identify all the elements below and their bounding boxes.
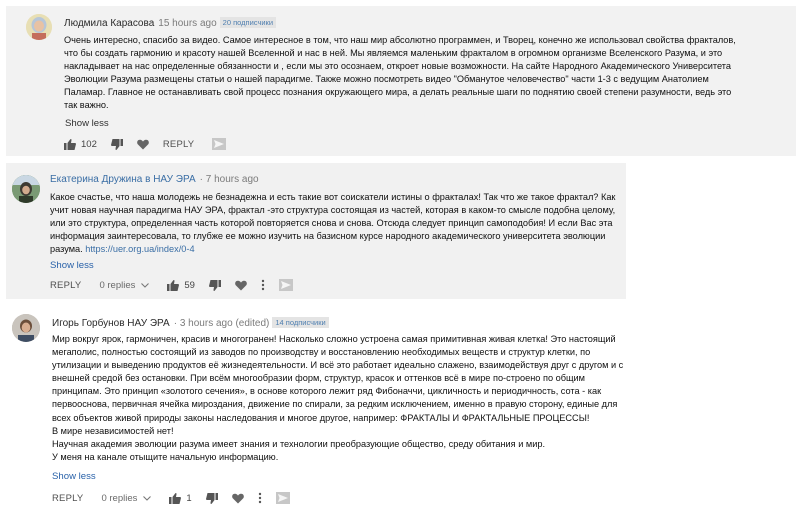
text-line: что бы создать гармонию и красоту нашей … — [64, 48, 723, 59]
send-button[interactable] — [278, 279, 293, 291]
thumbs-down-icon — [205, 492, 218, 504]
comment-card: Игорь Горбунов НАУ ЭРА · 3 hours ago (edi… — [6, 310, 646, 510]
replies-toggle[interactable]: 0 replies — [101, 492, 152, 504]
comment-text: Мир вокруг ярок, гармоничен, красив и мн… — [52, 333, 623, 464]
send-button[interactable] — [212, 138, 227, 150]
heart-button[interactable] — [231, 493, 244, 504]
text-line: разума. https://uer.org.ua/index/0-4 — [50, 243, 615, 256]
replies-toggle[interactable]: 0 replies — [99, 279, 150, 291]
text-line: или это структура, определенная часть ко… — [50, 218, 613, 229]
thumbs-down-icon — [208, 279, 221, 291]
reply-button[interactable]: REPLY — [52, 493, 83, 504]
more-vertical-icon — [261, 279, 265, 291]
text-line: мегаполис, полностью состоящий из заводо… — [52, 347, 591, 358]
dislike-button[interactable] — [110, 138, 123, 150]
timestamp[interactable]: 15 hours ago — [158, 18, 216, 29]
more-options-button[interactable] — [261, 279, 265, 291]
heart-icon — [231, 493, 244, 503]
comment-card: Людмила Карасова 15 hours ago 20 подписчик… — [6, 6, 796, 156]
author-name[interactable]: Екатерина Дружина в НАУ ЭРА — [50, 174, 196, 185]
text-line: Какое счастье, что наша молодежь не безн… — [50, 192, 616, 202]
like-button[interactable]: 102 — [64, 138, 97, 150]
text-line: учит новая научная парадигма НАУ ЭРА, фр… — [50, 205, 616, 216]
text-line: утилизации и выведению продуктов её жизн… — [52, 360, 624, 371]
text-line: внешней средой без остановки. При всём м… — [52, 373, 585, 384]
comment-header: Екатерина Дружина в НАУ ЭРА · 7 hours ago — [50, 174, 259, 186]
text-line: всех объектов живой природы законы насле… — [52, 412, 590, 423]
like-button[interactable]: 59 — [167, 279, 195, 291]
like-count: 1 — [186, 492, 192, 504]
reply-button[interactable]: REPLY — [50, 280, 81, 291]
show-less-link[interactable]: Show less — [50, 260, 94, 271]
more-vertical-icon — [258, 492, 261, 504]
text-line: Очень интересно, спасибо за видео. Самое… — [64, 35, 736, 45]
heart-icon — [235, 280, 247, 290]
comment-text: Какое счастье, что наша молодежь не безн… — [50, 191, 615, 256]
thumbs-up-icon — [64, 138, 76, 150]
comment-link[interactable]: https://uer.org.ua/index/0-4 — [85, 244, 194, 254]
text-line: Паламар. Главное не останавливать свой п… — [64, 87, 732, 98]
text-line: У меня на канале отыщите начальную инфор… — [52, 451, 279, 462]
heart-button[interactable] — [235, 280, 247, 291]
comment-header: Людмила Карасова 15 hours ago 20 подписчик… — [64, 17, 277, 30]
send-icon — [278, 279, 293, 291]
avatar[interactable] — [12, 314, 40, 342]
send-icon — [275, 492, 290, 504]
replies-count: 0 replies — [99, 279, 136, 291]
chevron-down-icon — [143, 495, 152, 501]
text-line: В мире независимостей нет! — [52, 425, 174, 436]
comment-actions: REPLY 0 replies 1 — [52, 490, 304, 506]
text-line: накладывает на нас определенные обязанно… — [64, 61, 731, 72]
thumbs-up-icon — [167, 279, 180, 291]
like-button[interactable]: 1 — [169, 492, 192, 504]
like-count: 59 — [184, 279, 195, 291]
comment-actions: REPLY 0 replies 59 — [50, 277, 307, 293]
thumbs-down-icon — [110, 138, 123, 150]
comment-card: Екатерина Дружина в НАУ ЭРА · 7 hours ago… — [6, 163, 626, 299]
chevron-down-icon — [141, 282, 150, 288]
reply-button[interactable]: REPLY — [163, 139, 194, 150]
comment-header: Игорь Горбунов НАУ ЭРА · 3 hours ago (edi… — [52, 317, 329, 330]
avatar[interactable] — [26, 14, 52, 40]
heart-button[interactable] — [137, 139, 149, 150]
text-line: информация заинтересовала, то глубже ее … — [50, 231, 606, 242]
author-name[interactable]: Игорь Горбунов НАУ ЭРА — [52, 318, 170, 329]
heart-icon — [137, 139, 149, 149]
thumbs-up-icon — [169, 492, 182, 504]
replies-count: 0 replies — [101, 492, 138, 504]
show-less-link[interactable]: Show less — [65, 118, 109, 129]
send-button[interactable] — [275, 492, 290, 504]
text-line: Эволюции Разума размещены статьи о нашей… — [64, 74, 709, 85]
show-less-link[interactable]: Show less — [52, 471, 96, 482]
avatar[interactable] — [12, 175, 40, 203]
text-line: принципам. Это принцип «золотого сечения… — [52, 386, 602, 397]
dislike-button[interactable] — [205, 492, 218, 504]
comment-actions: 102 REPLY — [64, 136, 240, 152]
dislike-button[interactable] — [208, 279, 221, 291]
timestamp[interactable]: · 7 hours ago — [200, 174, 259, 185]
text-line: первооснова, первичная ячейка мироздания… — [52, 399, 618, 410]
send-icon — [212, 138, 227, 150]
like-count: 102 — [81, 138, 97, 150]
author-name[interactable]: Людмила Карасова — [64, 18, 154, 29]
text-line: так важно. — [64, 100, 109, 111]
timestamp[interactable]: · 3 hours ago (edited) — [174, 318, 270, 329]
text-fragment: разума. — [50, 244, 83, 255]
comment-text: Очень интересно, спасибо за видео. Самое… — [64, 34, 736, 113]
text-line: Научная академия эволюции разума имеет з… — [52, 438, 546, 449]
text-line: Мир вокруг ярок, гармоничен, красив и мн… — [52, 334, 616, 344]
more-options-button[interactable] — [258, 492, 262, 504]
subscriber-badge: 20 подписчики — [219, 17, 277, 28]
subscriber-badge: 14 подписчики — [272, 317, 329, 328]
